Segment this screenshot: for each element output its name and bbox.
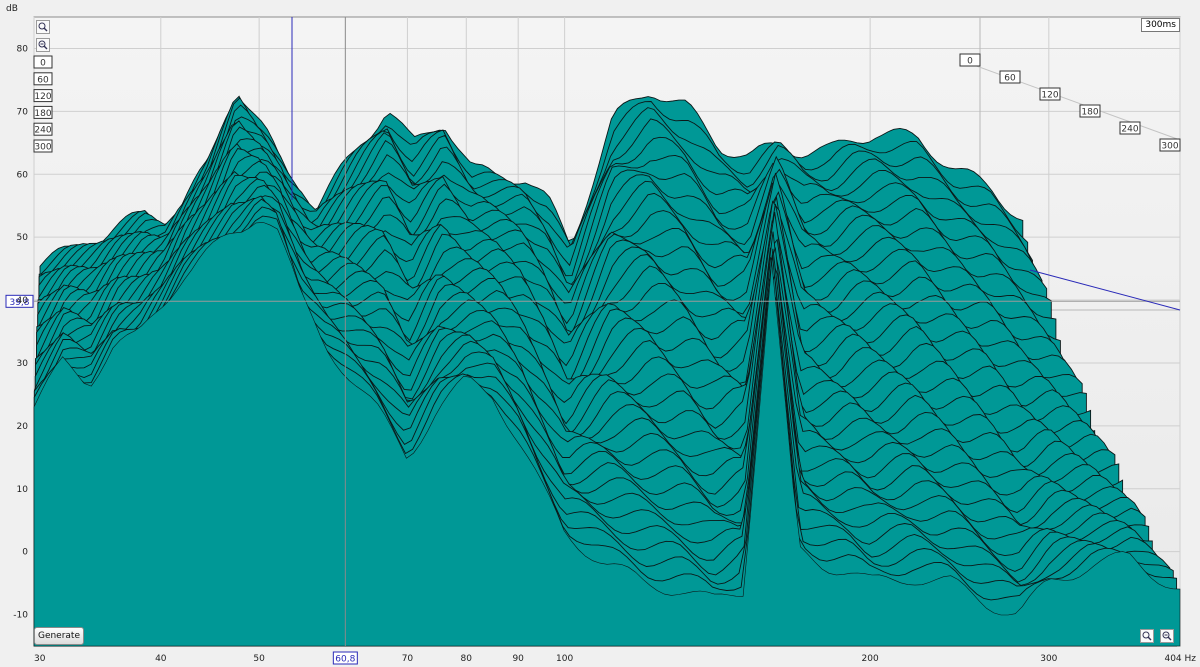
x-axis-ticks: 30 40 50 70 80 90 100 200 300 404 Hz [34,654,1196,664]
cursor-frequency-label: 60,8 [335,655,355,665]
time-tick-diagonal: 180 [1081,108,1098,118]
y-tick-label: 70 [17,107,29,117]
y-tick-label: 50 [17,233,29,243]
y-tick-label: 30 [17,359,29,369]
time-tick-diagonal: 0 [967,57,973,67]
time-tick-left: 0 [40,59,46,69]
time-tick-left: 60 [37,75,49,85]
x-tick-label: 80 [461,654,473,664]
time-tick-left: 180 [34,109,51,119]
x-tick-label: 70 [402,654,414,664]
x-tick-label: 300 [1040,654,1057,664]
y-axis-label: dB [6,4,18,14]
time-tick-diagonal: 300 [1161,142,1178,152]
y-tick-label: 80 [17,44,29,54]
time-tick-left: 240 [34,126,51,136]
y-axis-ticks: 80 70 60 50 40 30 20 10 0 -10 [13,44,28,620]
y-tick-label: 40 [17,296,29,306]
time-tick-left: 300 [34,143,51,153]
generate-button[interactable]: Generate [34,627,84,645]
time-tick-diagonal: 60 [1004,74,1016,84]
time-tick-diagonal: 120 [1041,91,1058,101]
waterfall-chart: 39,860,8 80706050403020100-10 30 40 50 70 80… [5,4,1196,665]
zoom-out-icon[interactable] [36,38,50,52]
time-tick-diagonal: 240 [1121,125,1138,135]
y-tick-label: 60 [17,170,29,180]
x-tick-label: 100 [556,654,573,664]
zoom-x-in-icon[interactable] [1140,629,1154,643]
y-tick-label: -10 [13,611,28,621]
x-tick-label: 90 [512,654,524,664]
x-tick-label: 30 [34,654,46,664]
time-range-label: 300ms [1141,18,1180,32]
zoom-in-icon[interactable] [36,20,50,34]
x-tick-label: 50 [253,654,265,664]
time-tick-left: 120 [34,92,51,102]
x-tick-label: 200 [862,654,879,664]
x-tick-label: 40 [155,654,167,664]
y-tick-label: 10 [17,485,29,495]
x-tick-label: 404 Hz [1164,654,1196,664]
zoom-x-out-icon[interactable] [1160,629,1174,643]
y-tick-label: 0 [22,548,28,558]
y-tick-label: 20 [17,422,29,432]
